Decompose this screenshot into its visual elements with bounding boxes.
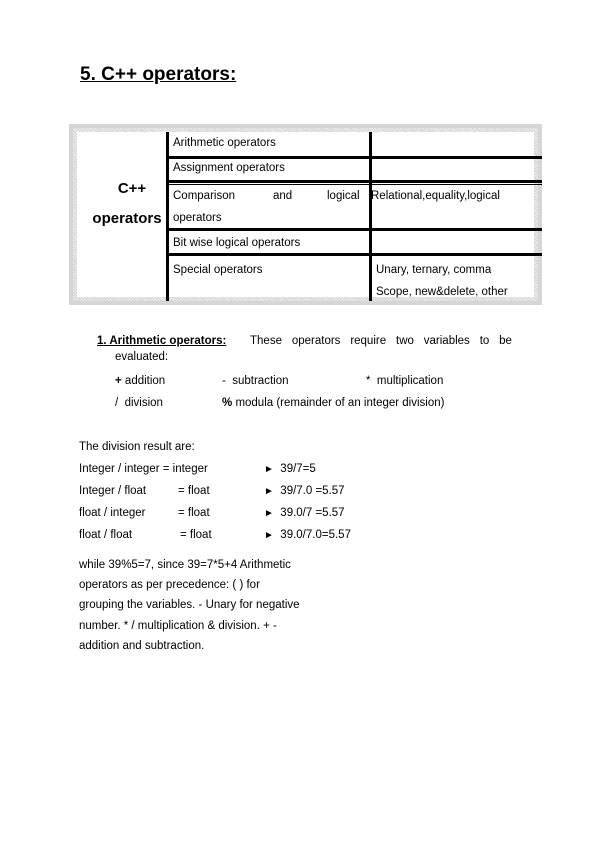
division-result: = float [178,507,210,519]
page-title: 5. C++ operators: [80,64,237,85]
division-example-text: 39/7.0 =5.57 [280,485,345,497]
intro-word: variables [423,335,470,347]
paragraph-line: operators as per precedence: ( ) for [79,579,260,591]
operator-item: % modula (remainder of an integer divisi… [222,397,444,409]
operator-label: modula (remainder of an integer division… [235,397,445,409]
operator-label: subtraction [232,375,289,387]
intro-word: operators [291,335,341,347]
division-example-text: 39.0/7.0=5.57 [280,529,351,541]
section-heading: 1. Arithmetic operators: [97,335,227,347]
table-row-details: Scope, new&delete, other [376,286,508,298]
operator-symbol: % [222,397,233,409]
table-row-category-line2: operators [173,212,222,224]
operator-symbol: * [366,375,371,387]
table-row-category-word: and [273,190,293,202]
operator-symbol: + [115,375,122,387]
division-heading: The division result are: [79,441,195,453]
table-left-label-line2: operators [92,210,162,227]
division-types: float / float [79,529,133,541]
paragraph-line: grouping the variables. - Unary for nega… [79,599,300,611]
operator-item: * multiplication [366,375,443,387]
operators-table: C++ operators Arithmetic operators Assig… [77,132,542,301]
table-left-label-line1: C++ [117,180,147,197]
arrow-right-icon: ► [264,508,274,519]
division-example: ► 39/7=5 [264,463,316,475]
division-result: = float [178,485,210,497]
table-row-details: Unary, ternary, comma [376,264,492,276]
intro-word: two [396,335,414,347]
table-row-divider [166,180,542,183]
division-result: = float [180,529,212,541]
operator-item: + addition [115,375,165,387]
section-intro-line2: evaluated: [115,351,169,363]
table-row-divider [166,228,542,231]
operator-label: division [124,397,163,409]
table-row-category: Special operators [173,264,263,276]
division-types: Integer / float [79,485,147,497]
arrow-right-icon: ► [264,530,274,541]
table-row-details: Relational,equality,logical [371,190,500,202]
division-example: ► 39.0/7 =5.57 [264,507,345,519]
division-types: float / integer [79,507,146,519]
table-row-divider [166,184,542,185]
operator-symbol: - [222,375,226,387]
table-row-category-word: Comparison [173,190,235,202]
table-row-divider [166,156,542,159]
intro-word: require [350,335,387,347]
paragraph-line: number. * / multiplication & division. +… [79,620,277,632]
division-example: ► 39/7.0 =5.57 [264,485,345,497]
paragraph-line: addition and subtraction. [79,640,205,652]
intro-word: to [479,335,490,347]
arrow-right-icon: ► [264,464,274,475]
operator-item: - subtraction [222,375,289,387]
table-row-category: Arithmetic operators [173,137,276,149]
table-row-category-word: logical [327,190,360,202]
operator-label: multiplication [376,375,444,387]
table-row-divider [166,253,542,256]
table-row-category: Assignment operators [173,162,285,174]
division-example: ► 39.0/7.0=5.57 [264,529,351,541]
paragraph-line: while 39%5=7, since 39=7*5+4 Arithmetic [79,559,291,571]
section-intro: These operators require two variables to… [250,335,512,347]
table-row-category: Bit wise logical operators [173,237,301,249]
operator-symbol: / [115,397,119,409]
operator-item: / division [115,397,163,409]
intro-word: be [499,335,512,347]
arrow-right-icon: ► [264,486,274,497]
division-example-text: 39.0/7 =5.57 [280,507,345,519]
division-types: Integer / integer = integer [79,463,208,475]
intro-word: These [250,335,282,347]
operators-table-frame: C++ operators Arithmetic operators Assig… [69,124,542,305]
operator-label: addition [124,375,166,387]
division-example-text: 39/7=5 [280,463,316,475]
